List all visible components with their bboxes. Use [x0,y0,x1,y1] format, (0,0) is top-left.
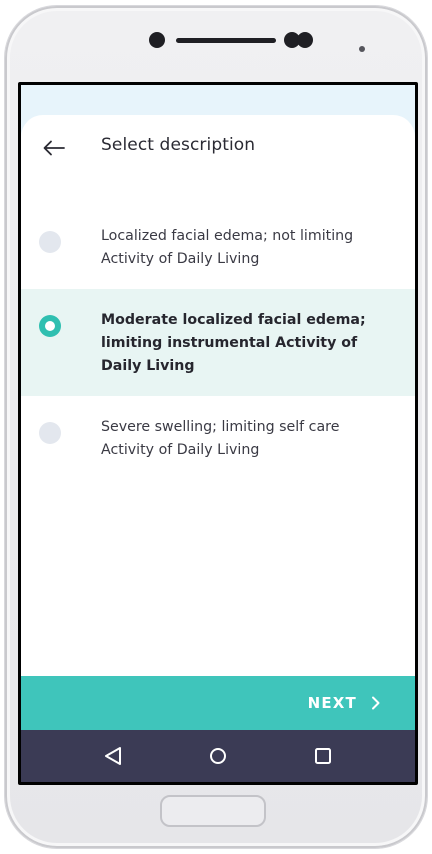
nav-recents-button[interactable] [303,736,343,776]
proximity-sensor-dot [359,46,365,52]
device-screen: Select description Localized facial edem… [18,82,418,785]
earpiece-speaker [176,38,276,43]
app-screen: Select description Localized facial edem… [21,85,415,782]
front-camera-dot-secondary [297,32,313,48]
description-options: Localized facial edema; not limiting Act… [21,205,415,480]
page-header: Select description [21,115,415,185]
page-title: Select description [101,135,256,155]
android-nav-bar [21,730,415,782]
content-card: Select description Localized facial edem… [21,115,415,680]
square-recents-icon [314,748,331,764]
radio-button[interactable] [39,231,61,253]
nav-home-button[interactable] [198,736,238,776]
option-localized-facial-edema[interactable]: Localized facial edema; not limiting Act… [21,205,415,289]
option-moderate-facial-edema[interactable]: Moderate localized facial edema; limitin… [21,289,415,396]
option-label: Moderate localized facial edema; limitin… [101,312,366,374]
front-sensor-dot [149,32,165,48]
radio-button[interactable] [39,422,61,444]
triangle-back-icon [105,747,122,765]
hardware-home-button[interactable] [160,795,266,827]
chevron-right-icon [371,696,381,710]
option-severe-swelling[interactable]: Severe swelling; limiting self care Acti… [21,396,415,480]
option-label: Localized facial edema; not limiting Act… [101,228,354,267]
next-button[interactable]: NEXT [21,676,415,730]
nav-back-button[interactable] [93,736,133,776]
next-label: NEXT [307,694,357,712]
radio-button-selected[interactable] [39,315,61,337]
back-button[interactable] [39,133,69,163]
arrow-left-icon [43,140,65,156]
option-label: Severe swelling; limiting self care Acti… [101,419,340,458]
circle-home-icon [209,748,226,764]
